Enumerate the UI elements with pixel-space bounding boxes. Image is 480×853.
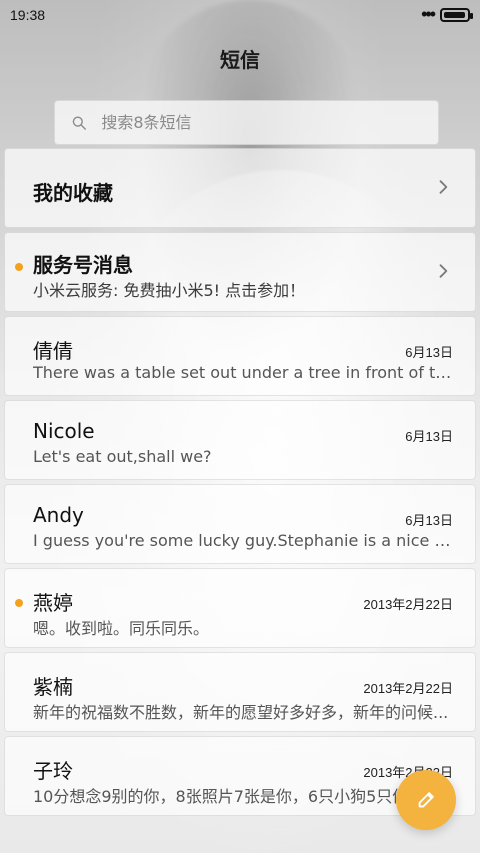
message-preview: 嗯。收到啦。同乐同乐。 — [33, 619, 210, 638]
conversation-row-inner: Andy 6月13日 I guess you're some lucky guy… — [33, 485, 453, 563]
conversation-row[interactable]: Andy 6月13日 I guess you're some lucky guy… — [4, 484, 476, 564]
message-preview: 10分想念9别的你，8张照片7张是你，6只小狗5只像你... — [33, 787, 440, 806]
compose-icon — [418, 792, 434, 808]
compose-button[interactable] — [396, 770, 456, 830]
conversation-row-inner: 紫楠 2013年2月22日 新年的祝福数不胜数，新年的愿望好多好多，新年的问候.… — [33, 653, 453, 731]
service-messages-row-inner: 服务号消息 小米云服务: 免费抽小米5! 点击参加！ — [15, 233, 453, 311]
service-messages-preview: 小米云服务: 免费抽小米5! 点击参加！ — [33, 281, 306, 300]
service-messages-row[interactable]: 服务号消息 小米云服务: 免费抽小米5! 点击参加！ — [4, 232, 476, 312]
chevron-right-icon — [439, 264, 448, 278]
contact-name: Nicole — [33, 419, 95, 443]
search-icon — [72, 116, 86, 130]
contact-name: 倩倩 — [33, 339, 73, 363]
search-input[interactable] — [99, 112, 422, 133]
conversation-row-inner: 燕婷 2013年2月22日 嗯。收到啦。同乐同乐。 — [15, 569, 453, 647]
contact-name: Andy — [33, 503, 84, 527]
service-messages-title: 服务号消息 — [33, 253, 133, 277]
signal-dots-icon: ••• — [421, 4, 436, 24]
message-date: 2013年2月22日 — [363, 681, 453, 696]
unread-dot — [15, 599, 23, 607]
search-bar[interactable] — [54, 100, 439, 145]
favorites-label: 我的收藏 — [33, 181, 113, 205]
message-preview: There was a table set out under a tree i… — [33, 363, 453, 382]
message-date: 6月13日 — [405, 513, 453, 528]
status-bar: 19:38 ••• — [0, 0, 480, 30]
unread-dot — [15, 263, 23, 271]
conversation-row[interactable]: 燕婷 2013年2月22日 嗯。收到啦。同乐同乐。 — [4, 568, 476, 648]
conversation-row-inner: 子玲 2013年2月22日 10分想念9别的你，8张照片7张是你，6只小狗5只像… — [33, 737, 453, 815]
chevron-right-icon — [439, 180, 448, 194]
conversation-row[interactable]: 倩倩 6月13日 There was a table set out under… — [4, 316, 476, 396]
message-preview: Let's eat out,shall we? — [33, 447, 212, 466]
message-date: 6月13日 — [405, 345, 453, 360]
contact-name: 子玲 — [33, 759, 73, 783]
battery-fill — [444, 12, 465, 18]
battery-icon — [440, 8, 473, 22]
conversation-row[interactable]: 紫楠 2013年2月22日 新年的祝福数不胜数，新年的愿望好多好多，新年的问候.… — [4, 652, 476, 732]
message-preview: I guess you're some lucky guy.Stephanie … — [33, 531, 453, 550]
page-title: 短信 — [220, 48, 260, 72]
contact-name: 燕婷 — [33, 591, 73, 615]
conversation-row[interactable]: Nicole 6月13日 Let's eat out,shall we? — [4, 400, 476, 480]
status-right: ••• — [421, 4, 473, 24]
message-preview: 新年的祝福数不胜数，新年的愿望好多好多，新年的问候... — [33, 703, 449, 722]
favorites-row[interactable]: 我的收藏 — [4, 148, 476, 228]
contact-name: 紫楠 — [33, 675, 73, 699]
conversation-row-inner: 倩倩 6月13日 There was a table set out under… — [33, 317, 453, 395]
conversation-row-inner: Nicole 6月13日 Let's eat out,shall we? — [33, 401, 453, 479]
message-date: 6月13日 — [405, 429, 453, 444]
favorites-row-inner: 我的收藏 — [33, 149, 453, 227]
message-date: 2013年2月22日 — [363, 597, 453, 612]
status-time: 19:38 — [10, 7, 46, 23]
